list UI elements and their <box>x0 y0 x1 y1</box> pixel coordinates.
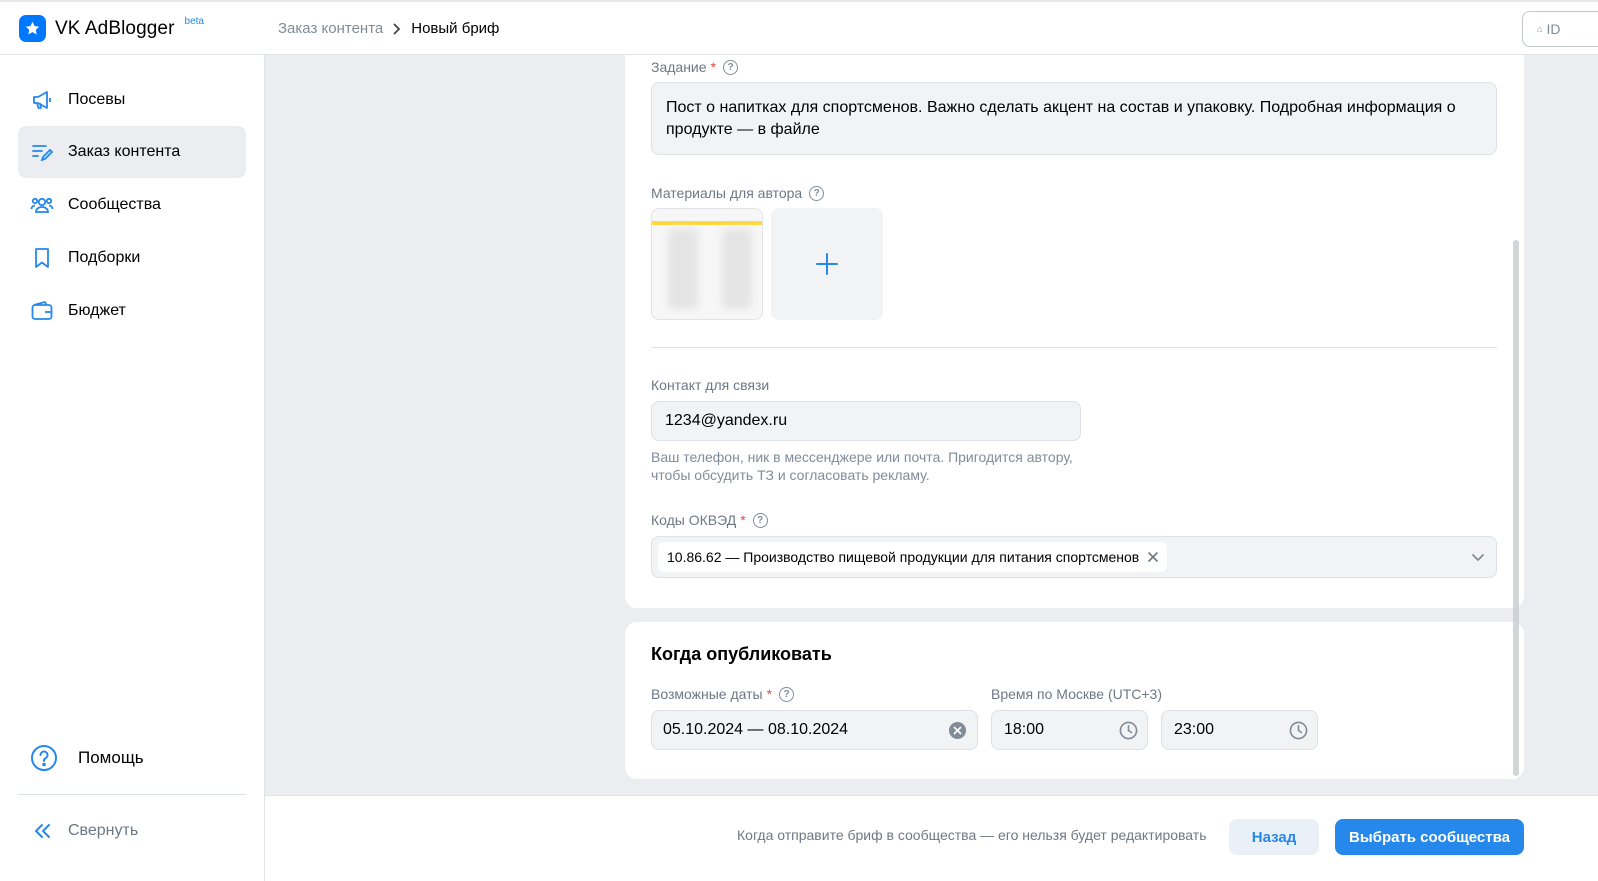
task-label-text: Задание <box>651 59 707 75</box>
sidebar-item-label: Посевы <box>68 91 126 108</box>
brief-card: Задание * ? Пост о напитках для спортсме… <box>625 55 1524 608</box>
star-logo-icon <box>19 15 46 42</box>
required-mark: * <box>766 686 773 702</box>
sidebar-item-content-order[interactable]: Заказ контента <box>18 126 246 178</box>
contact-field[interactable]: 1234@yandex.ru <box>651 401 1081 441</box>
question-icon[interactable]: ? <box>779 686 795 702</box>
clock-icon <box>1119 721 1138 745</box>
add-material-button[interactable] <box>771 208 883 320</box>
required-mark: * <box>710 59 716 75</box>
sidebar-item-seeding[interactable]: Посевы <box>18 74 246 126</box>
wallet-icon <box>30 299 54 323</box>
edit-list-icon <box>30 140 54 164</box>
attachment-thumbnail[interactable] <box>651 208 763 320</box>
sidebar-item-label: Подборки <box>68 249 141 266</box>
help-label: Помощь <box>78 748 144 767</box>
question-icon[interactable]: ? <box>809 185 825 201</box>
task-textarea[interactable]: Пост о напитках для спортсменов. Важно с… <box>651 82 1497 155</box>
sidebar-item-label: Бюджет <box>68 302 126 319</box>
collapse-button[interactable]: Свернуть <box>30 819 138 843</box>
breadcrumb-link[interactable]: Заказ контента <box>278 20 383 37</box>
time-from-field[interactable]: 18:00 <box>991 710 1148 750</box>
thumbnail-blur <box>722 229 752 309</box>
beta-badge: beta <box>184 16 204 27</box>
back-button[interactable]: Назад <box>1229 819 1319 855</box>
vk-id-button[interactable]: ⌂ ID <box>1522 11 1598 47</box>
app-name: VK AdBlogger <box>55 17 175 39</box>
section-divider <box>651 347 1497 348</box>
plus-icon <box>816 253 838 275</box>
time-from-value: 18:00 <box>1004 721 1045 738</box>
users-icon <box>30 193 54 217</box>
okved-select[interactable]: 10.86.62 — Производство пищевой продукци… <box>651 536 1497 578</box>
contact-label: Контакт для связи <box>651 377 770 393</box>
okved-label-text: Коды ОКВЭД <box>651 512 737 528</box>
date-range-field[interactable]: 05.10.2024 — 08.10.2024 <box>651 710 978 750</box>
app-logo[interactable]: VK AdBlogger beta <box>19 15 204 42</box>
sidebar-item-budget[interactable]: Бюджет <box>18 285 246 337</box>
clock-icon <box>1289 721 1308 745</box>
sidebar-item-label: Сообщества <box>68 196 161 213</box>
double-chevron-left-icon <box>30 819 54 843</box>
question-icon[interactable]: ? <box>723 59 738 75</box>
thumbnail-stripe <box>652 221 762 225</box>
top-header: VK AdBlogger beta Заказ контента Новый б… <box>0 0 1598 55</box>
bookmark-icon <box>30 246 54 270</box>
sidebar-divider <box>18 794 246 795</box>
footer-bar: Когда отправите бриф в сообщества — его … <box>265 795 1598 881</box>
publish-title: Когда опубликовать <box>651 644 832 664</box>
materials-label-text: Материалы для автора <box>651 185 803 201</box>
id-label: ID <box>1546 21 1561 37</box>
sidebar-item-collections[interactable]: Подборки <box>18 232 246 284</box>
megaphone-icon <box>30 88 54 112</box>
materials-label: Материалы для автора ? <box>651 185 825 201</box>
sidebar: Посевы Заказ контента Сообщества Подборк… <box>0 55 265 881</box>
choose-communities-button[interactable]: Выбрать сообщества <box>1335 819 1524 855</box>
breadcrumb: Заказ контента Новый бриф <box>278 20 499 37</box>
dates-label: Возможные даты * ? <box>651 686 795 702</box>
sidebar-item-label: Заказ контента <box>68 143 181 160</box>
question-circle-icon <box>30 744 58 772</box>
dates-label-text: Возможные даты <box>651 686 763 702</box>
time-to-value: 23:00 <box>1174 721 1215 738</box>
sidebar-item-communities[interactable]: Сообщества <box>18 179 246 231</box>
date-range-value: 05.10.2024 — 08.10.2024 <box>663 721 849 738</box>
okved-label: Коды ОКВЭД * ? <box>651 512 768 528</box>
chevron-down-icon[interactable] <box>1470 549 1486 570</box>
breadcrumb-current: Новый бриф <box>411 20 500 37</box>
time-label: Время по Москве (UTC+3) <box>991 686 1163 702</box>
contact-hint: Ваш телефон, ник в мессенджере или почта… <box>651 449 1073 483</box>
task-label: Задание * ? <box>651 59 738 75</box>
required-mark: * <box>740 512 746 528</box>
footer-note: Когда отправите бриф в сообщества — его … <box>737 827 1207 843</box>
chevron-right-icon <box>393 23 401 35</box>
collapse-label: Свернуть <box>68 822 139 839</box>
home-icon: ⌂ <box>1537 24 1543 34</box>
okved-chip: 10.86.62 — Производство пищевой продукци… <box>658 542 1168 572</box>
question-icon[interactable]: ? <box>752 512 768 528</box>
publish-card: Когда опубликовать Возможные даты * ? 05… <box>625 622 1524 779</box>
okved-chip-label: 10.86.62 — Производство пищевой продукци… <box>667 549 1140 565</box>
thumbnail-blur <box>668 229 698 309</box>
close-icon[interactable] <box>1147 551 1159 563</box>
scrollbar[interactable] <box>1513 240 1519 776</box>
help-link[interactable]: Помощь <box>30 744 144 772</box>
clear-icon[interactable] <box>948 721 967 745</box>
time-to-field[interactable]: 23:00 <box>1161 710 1318 750</box>
